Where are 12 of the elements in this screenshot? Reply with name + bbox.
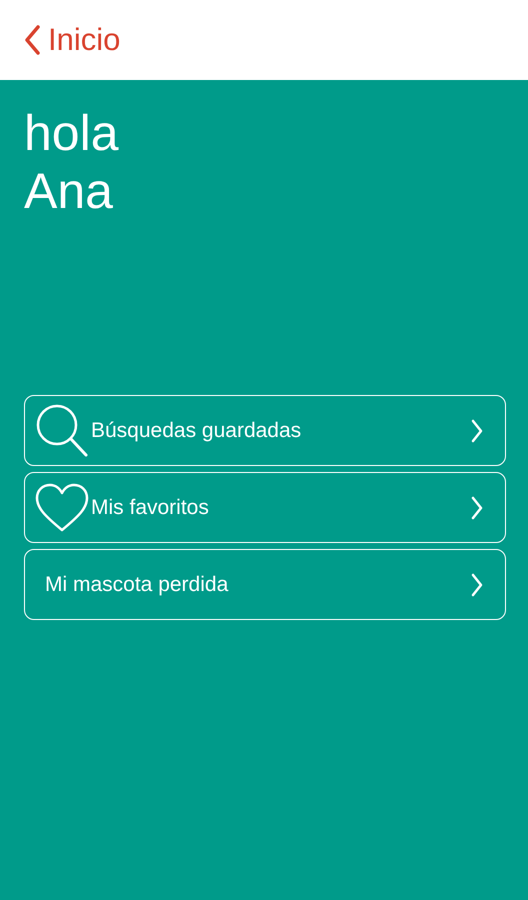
heart-icon bbox=[35, 482, 89, 532]
back-button[interactable]: Inicio bbox=[24, 22, 120, 58]
chevron-right-icon bbox=[471, 496, 483, 520]
search-icon bbox=[35, 402, 89, 458]
greeting-text: hola bbox=[24, 104, 120, 162]
back-chevron-icon bbox=[24, 25, 40, 55]
chevron-right-icon bbox=[471, 418, 483, 442]
greeting-text: Ana bbox=[24, 162, 114, 220]
menu-item[interactable]: Mi mascota perdida bbox=[24, 549, 506, 620]
menu-item[interactable]: Mis favoritos bbox=[24, 472, 506, 543]
menu-item[interactable]: Búsquedas guardadas bbox=[24, 395, 506, 466]
chevron-right-icon bbox=[471, 572, 483, 596]
